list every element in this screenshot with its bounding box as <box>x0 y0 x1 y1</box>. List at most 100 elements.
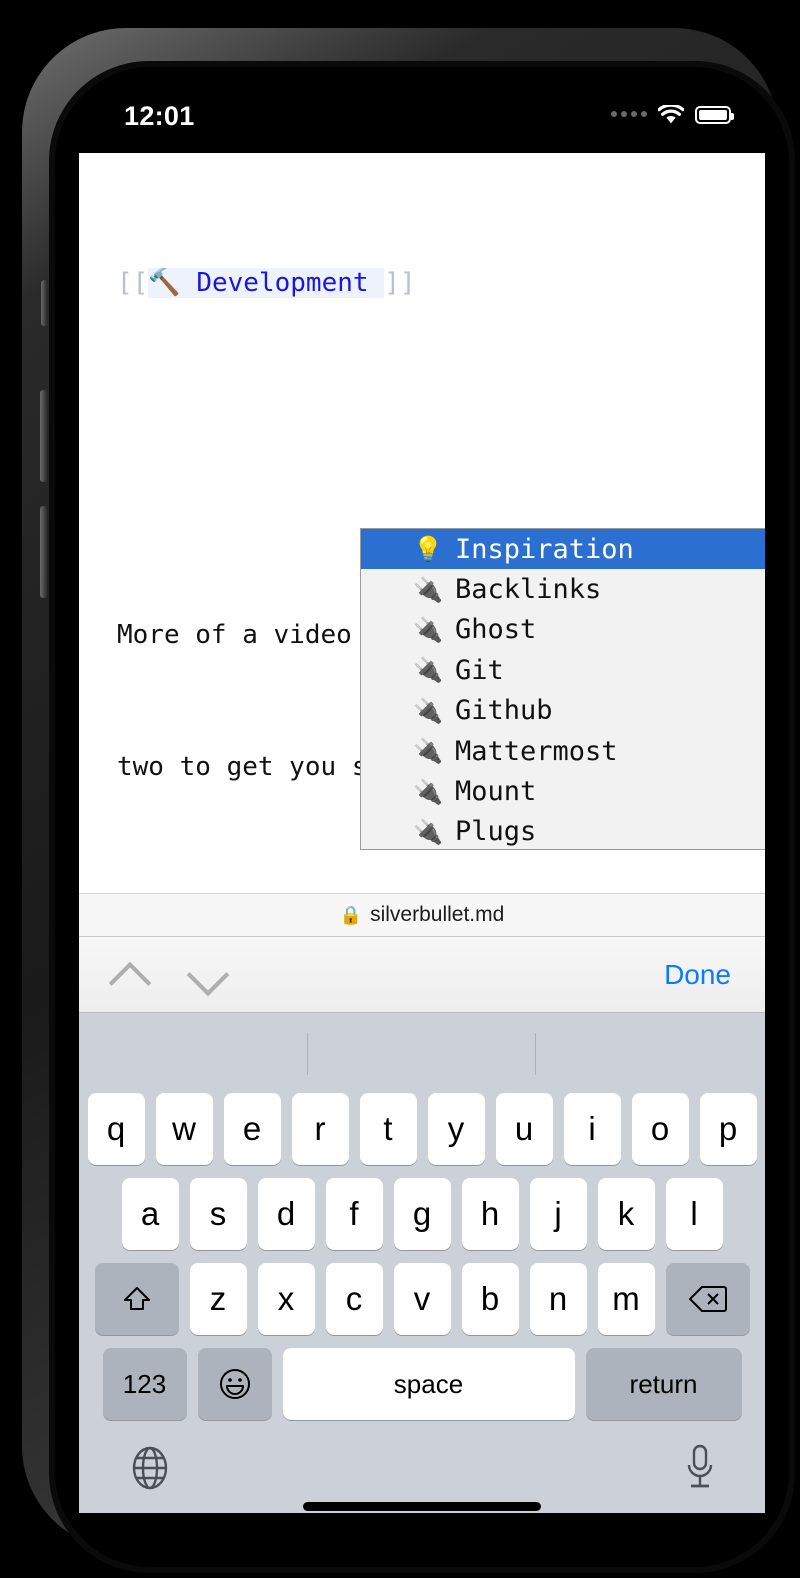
backspace-key[interactable] <box>665 1263 750 1335</box>
plug-icon: 🔌 <box>413 737 443 766</box>
home-indicator[interactable] <box>303 1502 541 1511</box>
autocomplete-item-label: Mattermost <box>455 735 618 767</box>
key-u[interactable]: u <box>495 1093 553 1165</box>
key-j[interactable]: j <box>529 1178 587 1250</box>
keyboard-bottom-bar <box>79 1433 765 1533</box>
autocomplete-item-plugs[interactable]: 🔌 Plugs <box>361 812 765 849</box>
key-label: n <box>548 1280 568 1317</box>
status-bar-time: 12:01 <box>124 101 195 131</box>
volume-up-button[interactable] <box>40 390 47 482</box>
key-label: q <box>106 1110 126 1147</box>
key-label: i <box>588 1110 596 1147</box>
chevron-down-icon[interactable] <box>181 948 235 1002</box>
keyboard-row-1: qwerty u i op <box>79 1093 765 1165</box>
key-label: d <box>276 1195 296 1232</box>
key-k[interactable]: k <box>597 1178 655 1250</box>
plug-icon: 🔌 <box>413 615 443 644</box>
key-s[interactable]: s <box>189 1178 247 1250</box>
silent-switch-button[interactable] <box>41 280 47 326</box>
key-p[interactable]: p <box>699 1093 757 1165</box>
key-o[interactable]: o <box>631 1093 689 1165</box>
key-h[interactable]: h <box>461 1178 519 1250</box>
chevron-up-icon[interactable] <box>103 948 157 1002</box>
autocomplete-item-label: Git <box>455 654 504 686</box>
key-label: b <box>480 1280 500 1317</box>
hammer-icon: 🔨 <box>148 268 181 298</box>
key-label: y <box>447 1110 465 1147</box>
autocomplete-item-github[interactable]: 🔌 Github <box>361 691 765 731</box>
autocomplete-item-label: Backlinks <box>455 574 602 606</box>
autocomplete-item-ghost[interactable]: 🔌 Ghost <box>361 610 765 650</box>
key-label: u <box>514 1110 534 1147</box>
screenshot-root: 12:01 [[🔨 Development ]] More of a video… <box>0 0 800 1578</box>
key-label: x <box>277 1280 295 1317</box>
wikilink-name[interactable]: 🔨 Development <box>148 268 385 298</box>
key-w[interactable]: w <box>155 1093 213 1165</box>
doc-line-wikilink: [[🔨 Development ]] <box>117 261 727 305</box>
autocomplete-item-inspiration[interactable]: 💡 Inspiration <box>361 529 765 570</box>
microphone-icon[interactable] <box>683 1443 717 1493</box>
phone-frame: 12:01 [[🔨 Development ]] More of a video… <box>22 28 795 1573</box>
plug-icon: 🔌 <box>413 575 443 604</box>
space-key[interactable]: space <box>282 1348 575 1420</box>
key-a[interactable]: a <box>121 1178 179 1250</box>
numbers-key[interactable]: 123 <box>102 1348 187 1420</box>
status-bar-indicators <box>611 103 734 124</box>
key-l[interactable]: l <box>665 1178 723 1250</box>
plug-icon: 🔌 <box>413 656 443 685</box>
wikilink-close: ]] <box>384 268 416 298</box>
webview-content[interactable]: [[🔨 Development ]] More of a video perso… <box>79 153 765 893</box>
key-label: l <box>690 1195 698 1232</box>
globe-icon[interactable] <box>127 1445 173 1491</box>
key-x[interactable]: x <box>257 1263 315 1335</box>
key-label: v <box>413 1280 431 1317</box>
key-q[interactable]: q <box>87 1093 145 1165</box>
shift-key[interactable] <box>94 1263 179 1335</box>
autocomplete-item-label: Github <box>455 695 553 727</box>
battery-icon <box>695 105 734 124</box>
status-bar: 12:01 <box>63 75 781 153</box>
key-g[interactable]: g <box>393 1178 451 1250</box>
onscreen-keyboard[interactable]: qwerty u i op a s dfghjkl z x c v b n m 123 s… <box>79 1013 765 1513</box>
key-label: h <box>480 1195 500 1232</box>
key-v[interactable]: v <box>393 1263 451 1335</box>
key-b[interactable]: b <box>461 1263 519 1335</box>
autocomplete-item-label: Plugs <box>455 816 537 848</box>
autocomplete-item-git[interactable]: 🔌 Git <box>361 650 765 690</box>
plug-icon: 🔌 <box>413 696 443 725</box>
wikilink-label: Development <box>196 268 369 298</box>
done-button[interactable]: Done <box>664 959 731 991</box>
predictive-text-bar[interactable] <box>79 1013 765 1093</box>
emoji-key[interactable] <box>197 1348 272 1420</box>
autocomplete-item-mount[interactable]: 🔌 Mount <box>361 771 765 811</box>
lightbulb-icon: 💡 <box>413 535 443 564</box>
wikilink-open: [[ <box>117 268 149 298</box>
key-y[interactable]: y <box>427 1093 485 1165</box>
key-r[interactable]: r <box>291 1093 349 1165</box>
key-i[interactable]: i <box>563 1093 621 1165</box>
keyboard-accessory-toolbar: Done <box>79 937 765 1013</box>
key-f[interactable]: f <box>325 1178 383 1250</box>
autocomplete-item-mattermost[interactable]: 🔌 Mattermost <box>361 731 765 771</box>
key-m[interactable]: m <box>597 1263 655 1335</box>
plug-icon: 🔌 <box>413 777 443 806</box>
key-label: m <box>612 1280 640 1317</box>
doc-line-blank-1 <box>117 437 727 481</box>
volume-down-button[interactable] <box>40 506 47 598</box>
key-label: s <box>209 1195 227 1232</box>
key-t[interactable]: t <box>359 1093 417 1165</box>
key-c[interactable]: c <box>325 1263 383 1335</box>
key-label: a <box>140 1195 160 1232</box>
predictive-divider-1 <box>307 1033 308 1075</box>
autocomplete-item-backlinks[interactable]: 🔌 Backlinks <box>361 569 765 609</box>
key-label: 123 <box>122 1368 167 1399</box>
lock-icon: 🔒 <box>339 904 363 925</box>
key-z[interactable]: z <box>189 1263 247 1335</box>
browser-url-bar[interactable]: 🔒 silverbullet.md <box>79 893 765 937</box>
key-d[interactable]: d <box>257 1178 315 1250</box>
key-label: o <box>650 1110 670 1147</box>
key-e[interactable]: e <box>223 1093 281 1165</box>
key-n[interactable]: n <box>529 1263 587 1335</box>
autocomplete-dropdown[interactable]: 💡 Inspiration 🔌 Backlinks 🔌 Ghost 🔌 Git <box>360 528 765 850</box>
return-key[interactable]: return <box>585 1348 742 1420</box>
